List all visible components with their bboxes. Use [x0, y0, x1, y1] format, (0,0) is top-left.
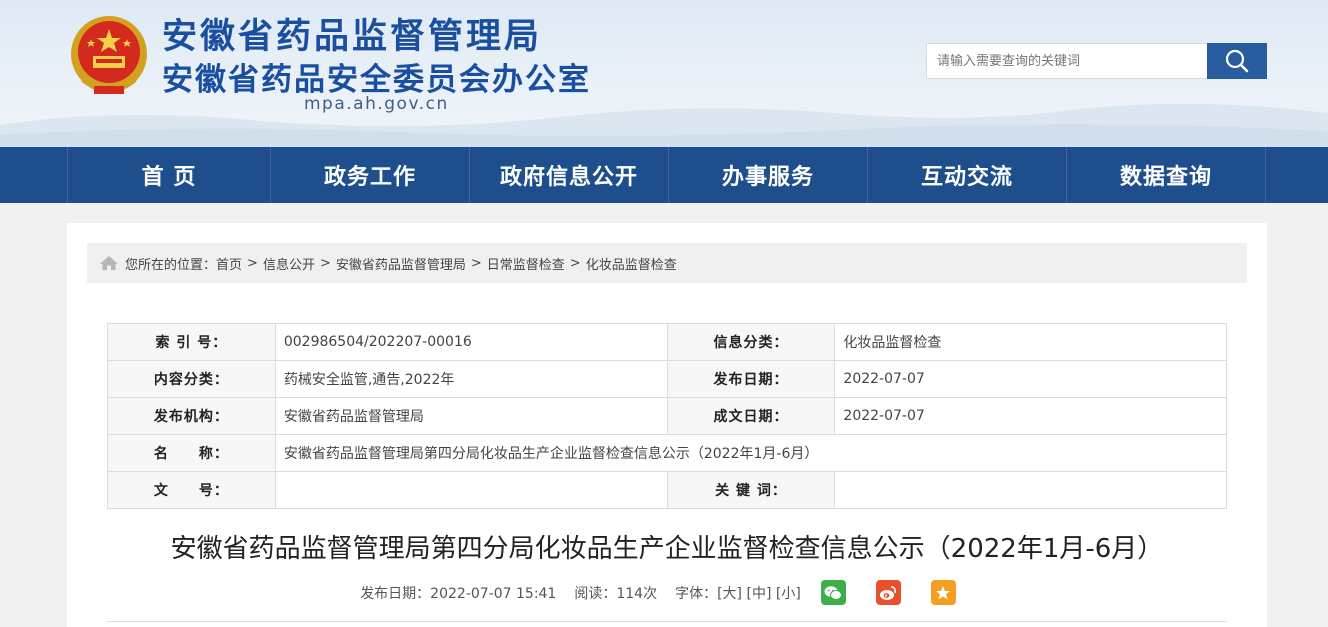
font-size-control: 字体：[大] [中] [小] — [675, 583, 801, 603]
breadcrumb-separator: > — [470, 255, 482, 271]
breadcrumb-bureau[interactable]: 安徽省药品监督管理局 — [336, 254, 466, 273]
table-row: 内容分类： 药械安全监管,通告,2022年 发布日期： 2022-07-07 — [107, 360, 1227, 398]
font-size-large[interactable]: [大] — [717, 586, 742, 602]
keywords-label: 关 键 词： — [666, 471, 836, 509]
content-category-value: 药械安全监管,通告,2022年 — [274, 360, 668, 398]
publish-time: 发布日期：2022-07-07 15:41 — [360, 585, 557, 602]
document-meta-table: 索 引 号： 002986504/202207-00016 信息分类： 化妆品监… — [107, 323, 1228, 509]
table-row: 文 号： 关 键 词： — [107, 471, 1227, 509]
article-meta: 发布日期：2022-07-07 15:41 阅读：114次 字体：[大] [中]… — [67, 580, 1267, 605]
nav-item-home[interactable]: 首 页 — [68, 147, 271, 203]
table-row: 发布机构： 安徽省药品监督管理局 成文日期： 2022-07-07 — [107, 397, 1227, 435]
read-count: 阅读：114次 — [574, 585, 658, 602]
publish-date-label: 发布日期： — [666, 360, 836, 398]
index-label: 索 引 号： — [107, 323, 276, 361]
breadcrumb-separator: > — [247, 255, 258, 271]
content-panel: 您所在的位置： 首页 > 信息公开 > 安徽省药品监督管理局 > 日常监督检查 … — [67, 223, 1267, 627]
publisher-value: 安徽省药品监督管理局 — [274, 397, 668, 435]
home-icon — [99, 255, 119, 271]
article-title: 安徽省药品监督管理局第四分局化妆品生产企业监督检查信息公示（2022年1月-6月… — [170, 534, 1164, 564]
nav-item-info-disclosure[interactable]: 政府信息公开 — [470, 147, 669, 203]
nav-item-services[interactable]: 办事服务 — [669, 147, 868, 203]
wechat-icon — [824, 585, 843, 600]
breadcrumb-home[interactable]: 首页 — [216, 254, 242, 273]
table-row: 索 引 号： 002986504/202207-00016 信息分类： 化妆品监… — [107, 323, 1227, 361]
breadcrumb-separator: > — [569, 255, 581, 271]
publish-date-value: 2022-07-07 — [834, 360, 1227, 398]
category-label: 信息分类： — [666, 323, 836, 361]
search-button[interactable] — [1207, 43, 1267, 79]
breadcrumb-cosmetics-inspection[interactable]: 化妆品监督检查 — [586, 254, 677, 273]
publisher-label: 发布机构： — [107, 397, 276, 435]
nav-item-data-query[interactable]: 数据查询 — [1067, 147, 1266, 203]
doc-number-label: 文 号： — [107, 471, 276, 509]
breadcrumb-daily-inspection[interactable]: 日常监督检查 — [487, 254, 565, 273]
name-label: 名 称： — [107, 434, 276, 472]
breadcrumb: 您所在的位置： 首页 > 信息公开 > 安徽省药品监督管理局 > 日常监督检查 … — [87, 243, 1247, 283]
keywords-value — [834, 471, 1227, 509]
font-size-small[interactable]: [小] — [776, 586, 801, 602]
breadcrumb-info-disclosure[interactable]: 信息公开 — [263, 254, 315, 273]
site-subtitle: 安徽省药品安全委员会办公室 — [162, 62, 591, 98]
site-title: 安徽省药品监督管理局 — [162, 17, 543, 57]
index-value: 002986504/202207-00016 — [274, 323, 668, 361]
star-icon — [936, 585, 951, 599]
content-category-label: 内容分类： — [107, 360, 276, 398]
font-size-label: 字体： — [675, 585, 718, 602]
breadcrumb-separator: > — [319, 255, 331, 271]
category-value: 化妆品监督检查 — [834, 323, 1227, 361]
doc-number-value — [274, 471, 668, 509]
header-banner: 安徽省药品监督管理局 安徽省药品安全委员会办公室 mpa.ah.gov.cn — [0, 0, 1328, 147]
wechat-share-button[interactable] — [820, 580, 846, 605]
favorite-button[interactable] — [930, 580, 956, 605]
font-size-medium[interactable]: [中] — [746, 586, 771, 602]
search-icon — [1225, 49, 1249, 73]
site-domain: mpa.ah.gov.cn — [304, 94, 449, 114]
main-nav: 首 页 政务工作 政府信息公开 办事服务 互动交流 数据查询 — [0, 147, 1328, 203]
created-date-value: 2022-07-07 — [834, 397, 1227, 435]
table-row: 名 称： 安徽省药品监督管理局第四分局化妆品生产企业监督检查信息公示（2022年… — [107, 434, 1228, 472]
name-value: 安徽省药品监督管理局第四分局化妆品生产企业监督检查信息公示（2022年1月-6月… — [274, 434, 1228, 472]
breadcrumb-prefix: 您所在的位置： — [125, 257, 217, 273]
national-emblem-icon — [71, 16, 147, 94]
created-date-label: 成文日期： — [666, 397, 836, 435]
nav-item-government-affairs[interactable]: 政务工作 — [271, 147, 470, 203]
divider — [107, 621, 1227, 622]
weibo-icon — [880, 585, 897, 600]
nav-item-interaction[interactable]: 互动交流 — [868, 147, 1067, 203]
weibo-share-button[interactable] — [875, 580, 901, 605]
search-input[interactable] — [926, 43, 1208, 79]
